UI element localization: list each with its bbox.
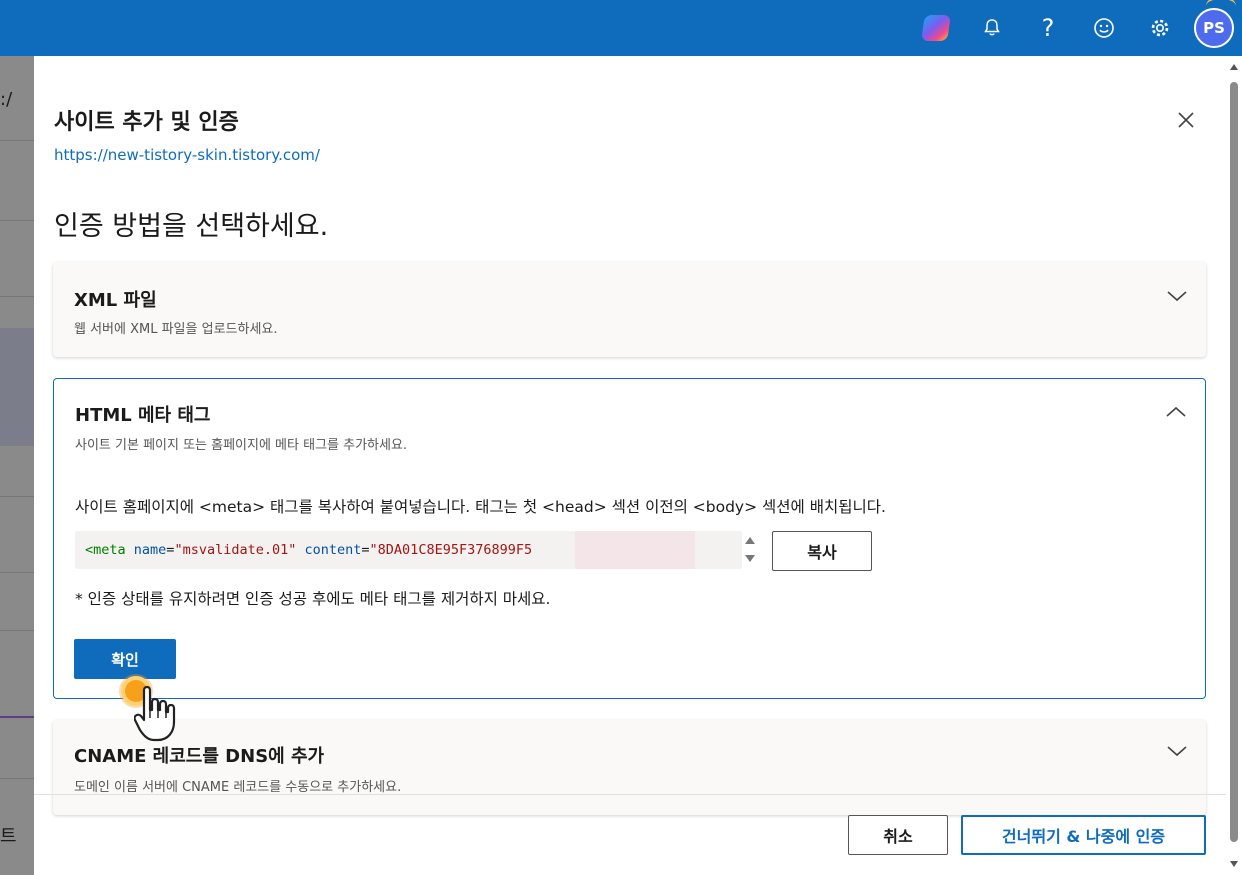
smiley-glyph <box>1094 18 1114 38</box>
chevron-down-icon[interactable] <box>1166 285 1188 307</box>
gear-glyph <box>1151 19 1169 37</box>
meta-tag-instruction: 사이트 홈페이지에 <meta> 태그를 복사하여 붙여넣습니다. 태그는 첫 … <box>75 498 886 516</box>
spinner-up-icon[interactable] <box>745 537 755 544</box>
method-card-cname-dns[interactable]: CNAME 레코드를 DNS에 추가 도메인 이름 서버에 CNAME 레코드를… <box>53 720 1206 815</box>
cancel-button[interactable]: 취소 <box>848 815 948 855</box>
code-field-scroll-spinner[interactable] <box>744 531 756 569</box>
divider <box>0 778 34 779</box>
keep-meta-tag-note: * 인증 상태를 유지하려면 인증 성공 후에도 메타 태그를 제거하지 마세요… <box>75 590 551 608</box>
spinner-down-icon[interactable] <box>745 555 755 562</box>
bell-icon[interactable] <box>964 0 1020 56</box>
background-text-fragment: :/ <box>0 89 13 110</box>
redacted-region <box>575 531 695 569</box>
copy-button[interactable]: 복사 <box>772 531 872 571</box>
divider <box>0 140 34 141</box>
code-tag-open: <meta <box>85 542 126 558</box>
code-value-name: "msvalidate.01" <box>174 542 297 558</box>
add-and-verify-site-panel: 사이트 추가 및 인증 https://new-tistory-skin.tis… <box>34 56 1242 875</box>
panel-title: 사이트 추가 및 인증 <box>54 110 239 135</box>
feedback-smiley-icon[interactable] <box>1076 0 1132 56</box>
close-button[interactable] <box>1172 106 1200 134</box>
divider <box>0 296 34 297</box>
scroll-up-icon[interactable] <box>1230 64 1238 70</box>
method-subtitle: 도메인 이름 서버에 CNAME 레코드를 수동으로 추가하세요. <box>74 780 402 795</box>
close-icon <box>1178 112 1194 128</box>
background-page: :/ 수 트 <box>0 56 34 875</box>
hand-pointer-icon <box>134 685 176 742</box>
top-bar-actions: ? PS <box>908 0 1242 56</box>
background-text-fragment: 트 <box>0 826 17 847</box>
skip-verify-later-button[interactable]: 건너뛰기 & 나중에 인증 <box>961 815 1206 855</box>
copilot-logo <box>921 15 951 41</box>
method-subtitle: 사이트 기본 페이지 또는 홈페이지에 메타 태그를 추가하세요. <box>75 438 408 453</box>
method-card-xml-file[interactable]: XML 파일 웹 서버에 XML 파일을 업로드하세요. <box>53 262 1206 357</box>
method-card-html-meta-tag[interactable]: HTML 메타 태그 사이트 기본 페이지 또는 홈페이지에 메타 태그를 추가… <box>53 378 1206 699</box>
help-icon[interactable]: ? <box>1020 0 1076 56</box>
divider <box>0 630 34 631</box>
code-value-content: "8DA01C8E95F376899F5 <box>369 542 533 558</box>
gear-icon[interactable] <box>1132 0 1188 56</box>
scrollbar-thumb[interactable] <box>1230 82 1238 842</box>
method-subtitle: 웹 서버에 XML 파일을 업로드하세요. <box>74 322 278 337</box>
avatar-accent-arc <box>1206 0 1236 16</box>
top-bar: ? PS <box>0 0 1242 56</box>
divider <box>0 716 34 718</box>
verify-button[interactable]: 확인 <box>74 639 176 679</box>
divider <box>0 496 34 497</box>
meta-tag-code-field[interactable]: <meta name="msvalidate.01" content="8DA0… <box>75 531 742 569</box>
verification-method-heading: 인증 방법을 선택하세요. <box>54 211 329 242</box>
code-equals: = <box>361 542 370 558</box>
scroll-down-icon[interactable] <box>1230 861 1238 867</box>
chevron-down-icon[interactable] <box>1166 740 1188 762</box>
background-band <box>0 328 34 446</box>
method-title: CNAME 레코드를 DNS에 추가 <box>74 746 325 767</box>
method-title: HTML 메타 태그 <box>75 405 211 426</box>
divider <box>0 572 34 573</box>
code-attr-name: name <box>133 542 167 558</box>
site-url-link[interactable]: https://new-tistory-skin.tistory.com/ <box>54 146 320 164</box>
method-title: XML 파일 <box>74 290 157 311</box>
divider <box>0 220 34 221</box>
bell-icon-glyph <box>984 19 1000 36</box>
copilot-icon[interactable] <box>908 0 964 56</box>
chevron-up-icon[interactable] <box>1165 401 1187 423</box>
code-attr-content: content <box>304 542 362 558</box>
footer-divider <box>34 794 1226 795</box>
